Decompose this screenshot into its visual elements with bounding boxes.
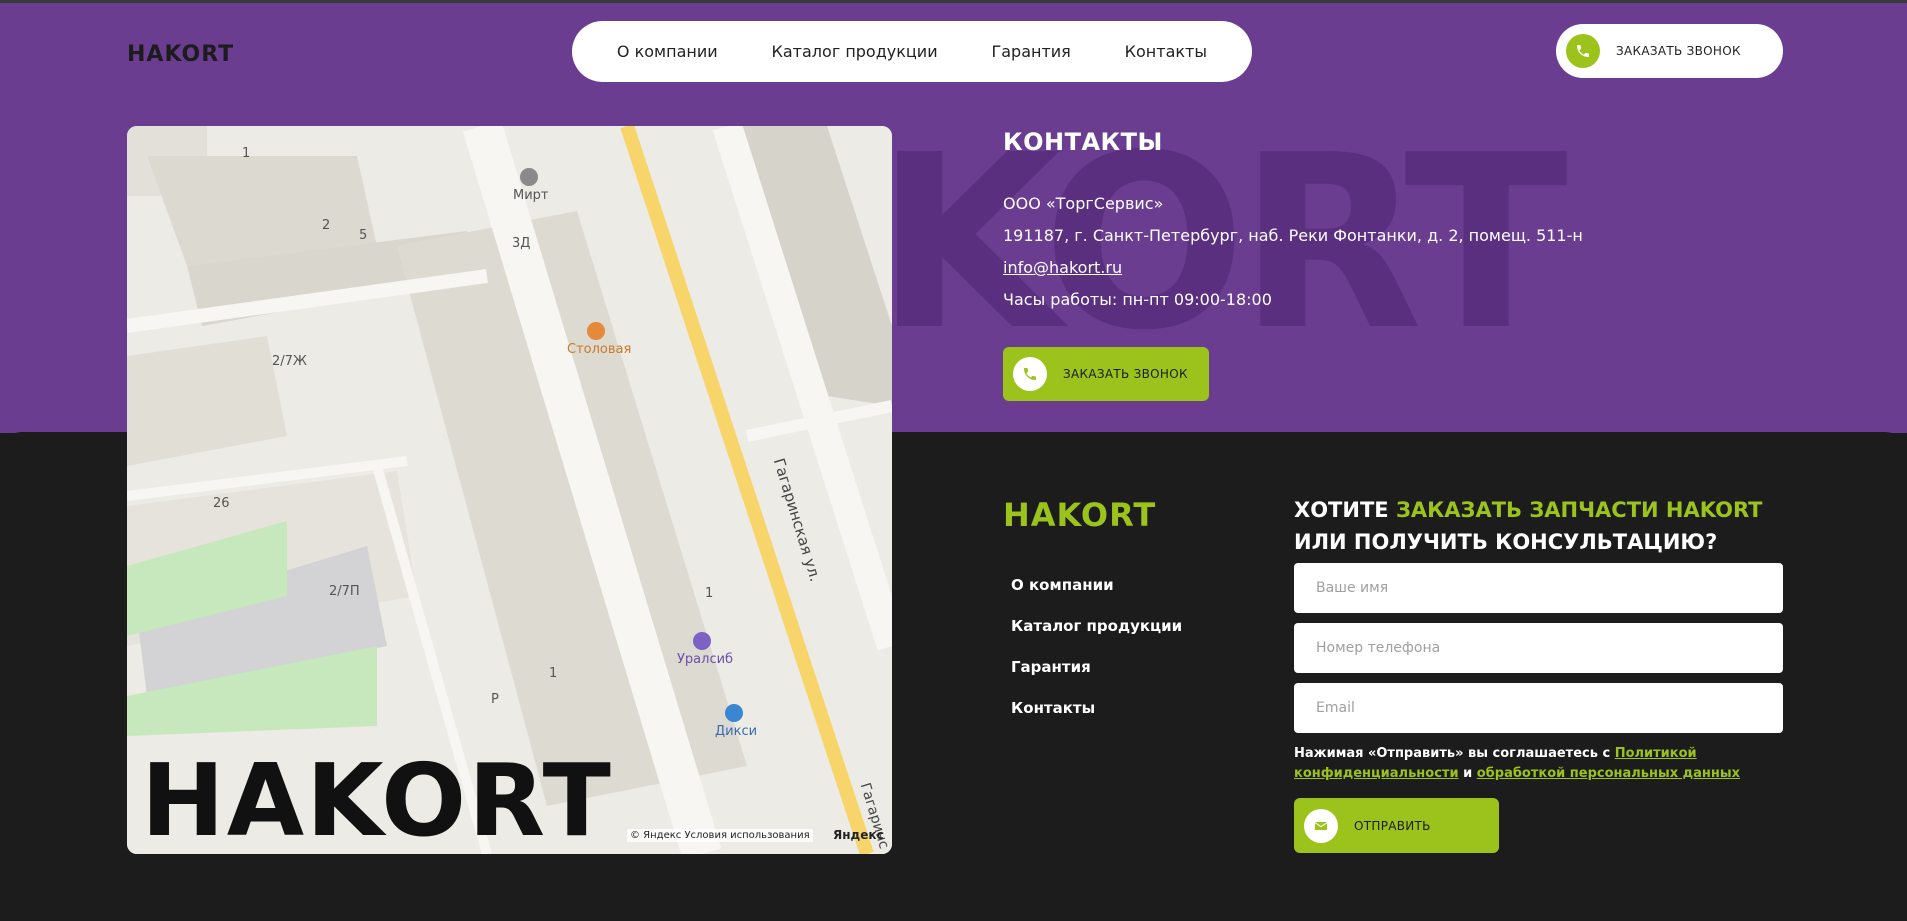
submit-button[interactable]: ОТПРАВИТЬ — [1294, 798, 1499, 853]
personal-data-link[interactable]: обработкой персональных данных — [1477, 766, 1740, 781]
name-input[interactable] — [1294, 563, 1783, 613]
form-title-accent: ЗАКАЗАТЬ ЗАПЧАСТИ HAKORT — [1395, 498, 1763, 522]
bank-icon — [693, 632, 711, 650]
consent-text: Нажимая «Отправить» вы соглашаетесь с По… — [1294, 744, 1764, 784]
map-poi-icon — [520, 168, 538, 186]
contact-email-link[interactable]: info@hakort.ru — [1003, 258, 1122, 277]
footer-link-catalog[interactable]: Каталог продукции — [1011, 617, 1182, 635]
footer-logo[interactable]: HAKORT — [1003, 496, 1156, 534]
map-label-building: 3Д — [512, 236, 531, 251]
header-logo[interactable]: HAKORT — [127, 42, 234, 67]
map-label-building: 26 — [213, 496, 230, 511]
main-nav: О компании Каталог продукции Гарантия Ко… — [572, 21, 1252, 82]
map-label-building: 2/7Ж — [272, 354, 307, 369]
form-title-post: ИЛИ ПОЛУЧИТЬ КОНСУЛЬТАЦИЮ? — [1294, 530, 1718, 554]
map-label-poi: Уралсиб — [677, 652, 734, 667]
map-label-poi: Дикси — [715, 724, 758, 739]
map-label-poi: Столовая — [567, 342, 632, 357]
consent-pre: Нажимая «Отправить» вы соглашаетесь с — [1294, 746, 1615, 761]
map-widget[interactable]: 1 2 5 3Д 2/7Ж 26 2/7П 1 1 P Мирт Столова… — [127, 126, 892, 854]
map-label-building: 1 — [549, 666, 558, 681]
phone-icon — [1566, 34, 1600, 68]
contact-hours: Часы работы: пн-пт 09:00-18:00 — [1003, 290, 1272, 309]
phone-icon — [1013, 357, 1047, 391]
map-label-building: 1 — [705, 586, 714, 601]
footer-link-about[interactable]: О компании — [1011, 576, 1114, 594]
map-credit[interactable]: © Яндекс Условия использования — [627, 829, 813, 842]
map-label-poi: Мирт — [513, 188, 549, 203]
contact-company: ООО «ТоргСервис» — [1003, 194, 1164, 213]
footer-link-contacts[interactable]: Контакты — [1011, 699, 1095, 717]
map-overlay-logo: HAKORT — [141, 742, 613, 854]
contact-address: 191187, г. Санкт-Петербург, наб. Реки Фо… — [1003, 226, 1583, 245]
nav-item-contacts[interactable]: Контакты — [1125, 42, 1207, 61]
contacts-title: КОНТАКТЫ — [1003, 128, 1163, 156]
header-call-button[interactable]: ЗАКАЗАТЬ ЗВОНОК — [1556, 24, 1783, 78]
phone-input[interactable] — [1294, 623, 1783, 673]
nav-item-catalog[interactable]: Каталог продукции — [772, 42, 938, 61]
shop-icon — [725, 704, 743, 722]
footer-link-warranty[interactable]: Гарантия — [1011, 658, 1091, 676]
mail-icon — [1304, 808, 1338, 843]
header-call-label: ЗАКАЗАТЬ ЗВОНОК — [1616, 44, 1741, 58]
map-label-building: P — [491, 692, 499, 707]
submit-label: ОТПРАВИТЬ — [1354, 818, 1431, 833]
map-label-building: 1 — [242, 146, 251, 161]
contacts-call-label: ЗАКАЗАТЬ ЗВОНОК — [1063, 367, 1188, 381]
email-input[interactable] — [1294, 683, 1783, 733]
form-title: ХОТИТЕ ЗАКАЗАТЬ ЗАПЧАСТИ HAKORT ИЛИ ПОЛУ… — [1294, 494, 1814, 558]
top-border — [0, 0, 1907, 3]
nav-item-warranty[interactable]: Гарантия — [991, 42, 1070, 61]
cafe-icon — [587, 322, 605, 340]
map-label-building: 2 — [322, 218, 331, 233]
map-label-building: 2/7П — [329, 584, 360, 599]
map-credit-brand[interactable]: Яндекс — [833, 828, 884, 842]
consent-mid: и — [1458, 766, 1477, 781]
contacts-call-button[interactable]: ЗАКАЗАТЬ ЗВОНОК — [1003, 347, 1209, 401]
form-title-pre: ХОТИТЕ — [1294, 498, 1396, 522]
nav-item-about[interactable]: О компании — [617, 42, 718, 61]
map-label-building: 5 — [359, 228, 368, 243]
